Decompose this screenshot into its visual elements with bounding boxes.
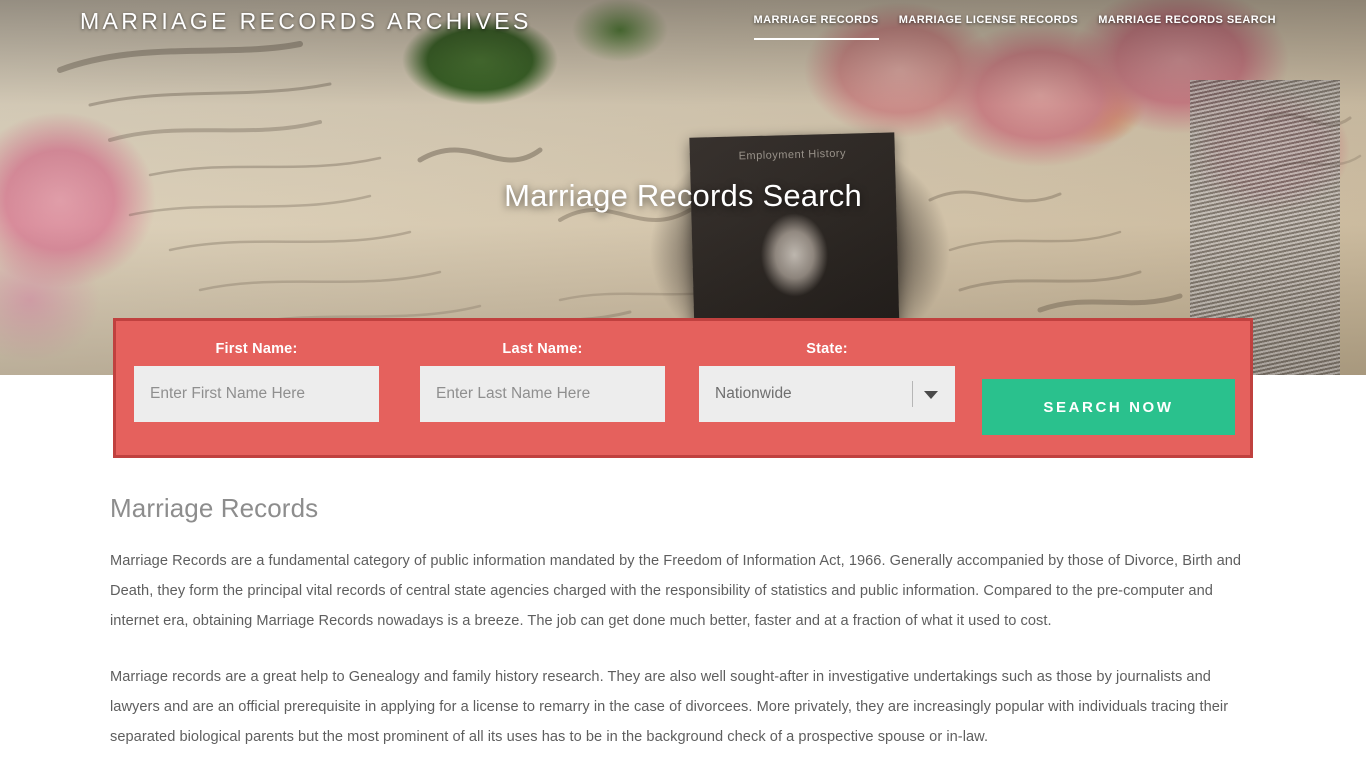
search-now-button[interactable]: SEARCH NOW [982,379,1235,435]
select-divider [912,381,913,407]
nav-item-marriage-records-search[interactable]: MARRIAGE RECORDS SEARCH [1098,14,1276,40]
last-name-input[interactable] [420,366,665,422]
hero-title: Marriage Records Search [504,178,862,213]
first-name-field-group: First Name: [134,341,379,422]
state-select[interactable]: Nationwide [699,366,955,422]
search-form-panel: First Name: Last Name: State: Nationwide… [113,318,1253,458]
state-select-value: Nationwide [715,385,792,402]
last-name-label: Last Name: [502,341,583,357]
nav-item-marriage-records[interactable]: MARRIAGE RECORDS [753,14,879,40]
first-name-input[interactable] [134,366,379,422]
paragraph-1: Marriage Records are a fundamental categ… [110,553,1242,629]
site-header: MARRIAGE RECORDS ARCHIVES MARRIAGE RECOR… [0,0,1366,44]
page-title: Marriage Records [110,493,319,523]
paragraph-2: Marriage records are a great help to Gen… [110,669,1229,745]
site-logo[interactable]: MARRIAGE RECORDS ARCHIVES [80,8,532,35]
first-name-label: First Name: [215,341,298,357]
chevron-down-icon [924,391,938,399]
nav-item-marriage-license-records[interactable]: MARRIAGE LICENSE RECORDS [899,14,1078,40]
main-navigation: MARRIAGE RECORDS MARRIAGE LICENSE RECORD… [753,14,1276,40]
state-field-group: State: Nationwide [699,341,955,422]
last-name-field-group: Last Name: [420,341,665,422]
state-label: State: [806,341,848,357]
